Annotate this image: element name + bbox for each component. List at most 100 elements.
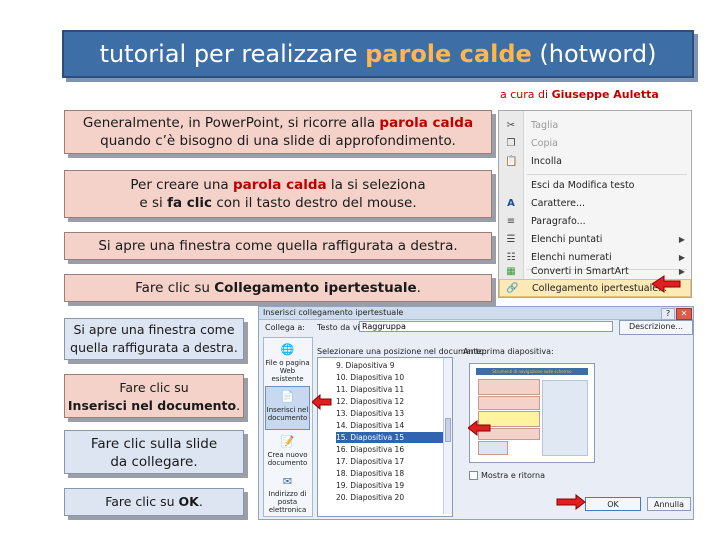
preview-box: [478, 396, 540, 410]
preview-box: [478, 441, 508, 455]
preview-box: [478, 379, 540, 395]
step-4-post: .: [416, 280, 421, 296]
step-1-highlight: parola calda: [379, 115, 474, 131]
list-item[interactable]: 11. Diapositiva 11: [336, 384, 452, 395]
hyperlink-icon: 🔗: [506, 283, 519, 294]
link-label: Indirizzo di: [268, 490, 307, 498]
step-2-text: Per creare una: [130, 177, 233, 193]
step-7-box: Fare clic sulla slide da collegare.: [64, 430, 244, 474]
menu-item-label: Taglia: [531, 120, 559, 131]
step-8-post: .: [198, 494, 203, 509]
collega-a-label: Collega a:: [265, 323, 305, 332]
link-label: elettronica: [268, 506, 307, 514]
mostra-ritorna-checkbox[interactable]: Mostra e ritorna: [469, 471, 545, 480]
menu-item-incolla[interactable]: 📋 Incolla: [499, 153, 691, 171]
ok-button[interactable]: OK: [585, 497, 641, 511]
list-item[interactable]: 18. Diapositiva 18: [336, 468, 452, 479]
red-arrow-icon: [556, 494, 586, 510]
submenu-arrow-icon: ▶: [678, 235, 685, 244]
title-suffix: (hotword): [531, 40, 657, 68]
link-label: documento: [267, 414, 308, 422]
step-3-box: Si apre una finestra come quella raffigu…: [64, 232, 492, 260]
menu-separator: [527, 174, 687, 175]
menu-item-copia[interactable]: ❐ Copia: [499, 135, 691, 153]
menu-item-taglia[interactable]: ✂ Taglia: [499, 117, 691, 135]
close-icon[interactable]: ✕: [676, 308, 692, 320]
menu-item-carattere[interactable]: A Carattere...: [499, 195, 691, 213]
bullets-icon: ☰: [506, 234, 516, 245]
red-arrow-icon: [312, 394, 332, 410]
step-7-line2: da collegare.: [110, 454, 198, 470]
anteprima-label: Anteprima diapositiva:: [463, 347, 554, 356]
slide-list[interactable]: 9. Diapositiva 9 10. Diapositiva 10 11. …: [317, 357, 453, 517]
cancel-button[interactable]: Annulla: [647, 497, 691, 511]
list-scrollbar[interactable]: [443, 358, 452, 514]
slide-preview: Strumenti di navigazione sulle schermo: [469, 363, 595, 463]
list-item[interactable]: 20. Diapositiva 20: [336, 492, 452, 503]
step-1-text: Generalmente, in PowerPoint, si ricorre …: [82, 115, 380, 131]
step-4-text: Fare clic su: [135, 280, 215, 296]
scissors-icon: ✂: [506, 120, 516, 131]
title-highlight: parole calde: [365, 40, 532, 68]
link-label: posta: [277, 498, 298, 506]
red-arrow-icon: [468, 420, 491, 436]
descrizione-button[interactable]: Descrizione...: [619, 320, 693, 335]
link-web-file[interactable]: 🌐 File o pagina Web esistente: [265, 340, 310, 384]
link-to-bar: 🌐 File o pagina Web esistente 📄 Inserisc…: [263, 337, 313, 517]
link-label: Inserisci nel: [266, 406, 309, 414]
page-title: tutorial per realizzare parole calde (ho…: [62, 30, 694, 78]
preview-grid: [542, 380, 588, 456]
menu-item-label: Incolla: [531, 156, 562, 167]
paragraph-icon: ≡: [506, 216, 516, 227]
posizione-label: Selezionare una posizione nel documento:: [317, 347, 487, 356]
link-email[interactable]: ✉ Indirizzo di posta elettronica: [265, 474, 310, 514]
menu-item-paragrafo[interactable]: ≡ Paragrafo...: [499, 213, 691, 231]
list-item-selected[interactable]: 15. Diapositiva 15: [336, 432, 452, 443]
new-document-icon: 📝: [280, 435, 295, 448]
list-item[interactable]: 14. Diapositiva 14: [336, 420, 452, 431]
step-5-box: Si apre una finestra come quella raffigu…: [64, 318, 244, 360]
menu-item-label: Esci da Modifica testo: [531, 180, 635, 191]
help-icon[interactable]: ?: [661, 308, 675, 320]
step-1-box: Generalmente, in PowerPoint, si ricorre …: [64, 110, 492, 154]
menu-item-label: Elenchi puntati: [531, 234, 603, 245]
step-1-line2: quando c’è bisogno di una slide di appro…: [100, 133, 456, 149]
dialog-title: Inserisci collegamento ipertestuale: [263, 308, 404, 317]
step-2-bold: fa clic: [167, 195, 213, 211]
list-item[interactable]: 17. Diapositiva 17: [336, 456, 452, 467]
step-8-text: Fare clic su: [105, 494, 179, 509]
document-place-icon: 📄: [280, 390, 295, 403]
step-4-bold: Collegamento ipertestuale: [214, 280, 417, 296]
link-insert-in-document[interactable]: 📄 Inserisci nel documento: [265, 386, 310, 430]
context-menu: ✂ Taglia ❐ Copia 📋 Incolla Esci da Modif…: [498, 110, 692, 298]
copy-icon: ❐: [506, 138, 516, 149]
menu-item-elenchi-puntati[interactable]: ☰ Elenchi puntati ▶: [499, 231, 691, 249]
step-6-line1: Fare clic su: [119, 380, 189, 395]
step-8-bold: OK: [178, 494, 199, 509]
title-prefix: tutorial per realizzare: [99, 40, 366, 68]
smartart-icon: ▦: [506, 266, 516, 277]
font-icon: A: [507, 198, 515, 209]
link-new-document[interactable]: 📝 Crea nuovo documento: [265, 432, 310, 476]
preview-thumbnail: Strumenti di navigazione sulle schermo: [476, 368, 588, 456]
email-icon: ✉: [282, 475, 293, 488]
list-item[interactable]: 9. Diapositiva 9: [336, 360, 452, 371]
dialog-titlebar: Inserisci collegamento ipertestuale ? ✕: [259, 307, 693, 320]
step-2-line2-post: con il tasto destro del mouse.: [212, 195, 417, 211]
preview-title: Strumenti di navigazione sulle schermo: [476, 368, 588, 375]
menu-item-label: Collegamento ipertestuale...: [532, 283, 668, 294]
hyperlink-dialog: Inserisci collegamento ipertestuale ? ✕ …: [258, 306, 694, 520]
checkbox[interactable]: [469, 471, 478, 480]
link-label: Web esistente: [271, 367, 304, 383]
list-item[interactable]: 16. Diapositiva 16: [336, 444, 452, 455]
red-arrow-icon: [652, 275, 681, 293]
list-item[interactable]: 19. Diapositiva 19: [336, 480, 452, 491]
step-6-box: Fare clic su Inserisci nel documento.: [64, 374, 244, 418]
list-item[interactable]: 10. Diapositiva 10: [336, 372, 452, 383]
list-item[interactable]: 12. Diapositiva 12: [336, 396, 452, 407]
scrollbar-thumb[interactable]: [445, 418, 451, 442]
display-text-input[interactable]: [359, 321, 613, 332]
step-5-line2: quella raffigurata a destra.: [70, 340, 238, 355]
menu-item-esci-modifica[interactable]: Esci da Modifica testo: [499, 177, 691, 195]
list-item[interactable]: 13. Diapositiva 13: [336, 408, 452, 419]
